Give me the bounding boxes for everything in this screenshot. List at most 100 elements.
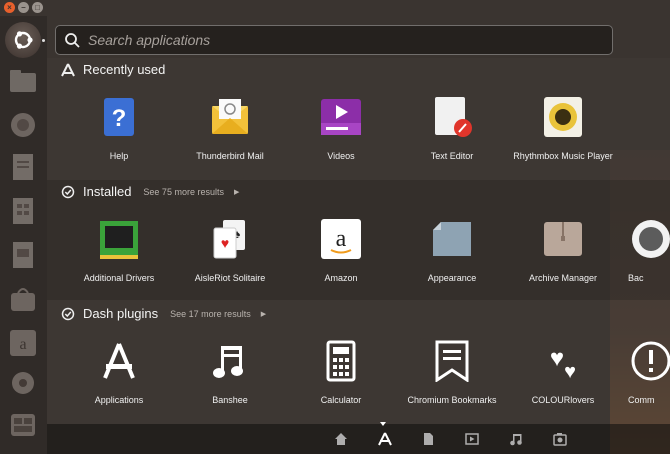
plugin-banshee[interactable]: Banshee [180, 340, 280, 405]
plugin-applications[interactable]: Applications [69, 340, 169, 405]
lens-bar [47, 422, 670, 454]
app-label: COLOURlovers [531, 395, 595, 405]
launcher: a [0, 16, 47, 454]
workspaces-launcher-icon[interactable] [8, 410, 38, 440]
writer-launcher-icon[interactable] [8, 152, 38, 182]
app-label: Help [109, 151, 129, 161]
hearts-icon: ♥ ♥ [542, 340, 584, 383]
files-lens-icon[interactable] [421, 432, 435, 446]
applications-lens-icon[interactable] [378, 432, 392, 446]
app-label: Applications [94, 395, 144, 405]
calc-launcher-icon[interactable] [8, 196, 38, 226]
app-help[interactable]: ? Help [69, 96, 169, 161]
settings-launcher-icon[interactable] [8, 368, 38, 398]
see-more-link[interactable]: See 17 more results [170, 309, 251, 319]
app-rhythmbox[interactable]: Rhythmbox Music Player [513, 96, 613, 161]
appearance-icon [431, 218, 473, 260]
ubuntu-dash-button[interactable] [5, 22, 41, 58]
section-title: Installed [83, 184, 132, 199]
backups-icon [630, 218, 670, 260]
files-launcher-icon[interactable] [8, 66, 38, 96]
music-lens-icon[interactable] [509, 432, 523, 446]
launcher-active-indicator [42, 39, 45, 42]
plugin-calculator[interactable]: Calculator [291, 340, 391, 405]
search-input[interactable] [86, 31, 590, 49]
recent-section: Recently used ? Help Thunderbird Mail Vi… [47, 58, 670, 178]
app-label: Bac [628, 273, 644, 283]
app-label: Rhythmbox Music Player [513, 151, 613, 161]
photo-lens-icon[interactable] [553, 432, 567, 446]
app-label: Comm [628, 395, 655, 405]
music-note-icon [209, 340, 251, 382]
maximize-icon[interactable]: □ [32, 2, 43, 13]
plugin-colourlovers[interactable]: ♥ ♥ COLOURlovers [513, 340, 613, 405]
app-videos[interactable]: Videos [291, 96, 391, 161]
minimize-icon[interactable]: – [18, 2, 29, 13]
app-label: Amazon [324, 273, 358, 283]
plugin-comm[interactable]: Comm [624, 340, 670, 405]
svg-text:♥: ♥ [550, 345, 564, 372]
app-label: Videos [327, 151, 355, 161]
app-text-editor[interactable]: Text Editor [402, 96, 502, 161]
home-lens-icon[interactable] [334, 432, 348, 446]
section-title: Recently used [83, 62, 166, 77]
firefox-launcher-icon[interactable] [8, 110, 38, 140]
videos-icon [320, 96, 362, 138]
search-icon [64, 32, 80, 48]
chevron-right-icon[interactable]: ▶ [261, 310, 266, 318]
plugin-chromium-bookmarks[interactable]: Chromium Bookmarks [402, 340, 502, 405]
thunderbird-mail-icon [209, 96, 251, 138]
installed-section: Installed See 75 more results ▶ Addition… [47, 180, 670, 300]
impress-launcher-icon[interactable] [8, 240, 38, 270]
app-label: Archive Manager [528, 273, 598, 283]
svg-text:♥: ♥ [221, 235, 229, 251]
app-backups[interactable]: Bac [624, 218, 670, 283]
installed-header: Installed See 75 more results ▶ [61, 184, 239, 199]
check-icon [61, 185, 75, 198]
plugins-header: Dash plugins See 17 more results ▶ [61, 306, 266, 321]
search-bar [55, 25, 613, 55]
close-icon[interactable]: × [4, 2, 15, 13]
app-label: Chromium Bookmarks [407, 395, 497, 405]
ubuntu-logo-icon [14, 31, 33, 49]
chevron-right-icon[interactable]: ▶ [234, 188, 239, 196]
app-thunderbird[interactable]: Thunderbird Mail [180, 96, 280, 161]
app-additional-drivers[interactable]: Additional Drivers [69, 218, 169, 283]
plugins-section: Dash plugins See 17 more results ▶ Appli… [47, 302, 670, 424]
app-label: Banshee [212, 395, 248, 405]
app-amazon[interactable]: a Amazon [291, 218, 391, 283]
amazon-glyph: a [336, 226, 347, 252]
window-controls: × – □ [4, 2, 43, 13]
applications-icon [98, 340, 140, 382]
text-editor-icon [431, 96, 473, 138]
app-label: Additional Drivers [83, 273, 155, 283]
app-label: Text Editor [430, 151, 474, 161]
archive-manager-icon [542, 218, 584, 260]
help-icon: ? [98, 96, 140, 138]
additional-drivers-icon [98, 218, 140, 260]
applications-lens-icon [61, 63, 75, 76]
svg-text:♥: ♥ [564, 361, 576, 382]
section-title: Dash plugins [83, 306, 159, 321]
see-more-link[interactable]: See 75 more results [143, 187, 224, 197]
rhythmbox-icon [542, 96, 584, 138]
svg-text:a: a [19, 336, 26, 353]
amazon-launcher-icon[interactable]: a [8, 328, 38, 358]
calculator-icon [320, 340, 362, 382]
amazon-icon: a [320, 218, 362, 260]
comm-icon [630, 340, 670, 382]
check-icon [61, 307, 75, 320]
active-lens-indicator [380, 422, 386, 426]
app-aisleriot[interactable]: ♠ ♥ AisleRiot Solitaire [180, 218, 280, 283]
app-label: Appearance [427, 273, 477, 283]
solitaire-cards-icon: ♠ ♥ [209, 218, 251, 260]
video-lens-icon[interactable] [465, 432, 479, 446]
recent-header: Recently used [61, 62, 165, 77]
app-label: Thunderbird Mail [196, 151, 264, 161]
software-center-launcher-icon[interactable] [8, 284, 38, 314]
app-label: AisleRiot Solitaire [194, 273, 266, 283]
bookmark-icon [431, 340, 473, 383]
app-label: Calculator [320, 395, 362, 405]
app-archive-manager[interactable]: Archive Manager [513, 218, 613, 283]
app-appearance[interactable]: Appearance [402, 218, 502, 283]
